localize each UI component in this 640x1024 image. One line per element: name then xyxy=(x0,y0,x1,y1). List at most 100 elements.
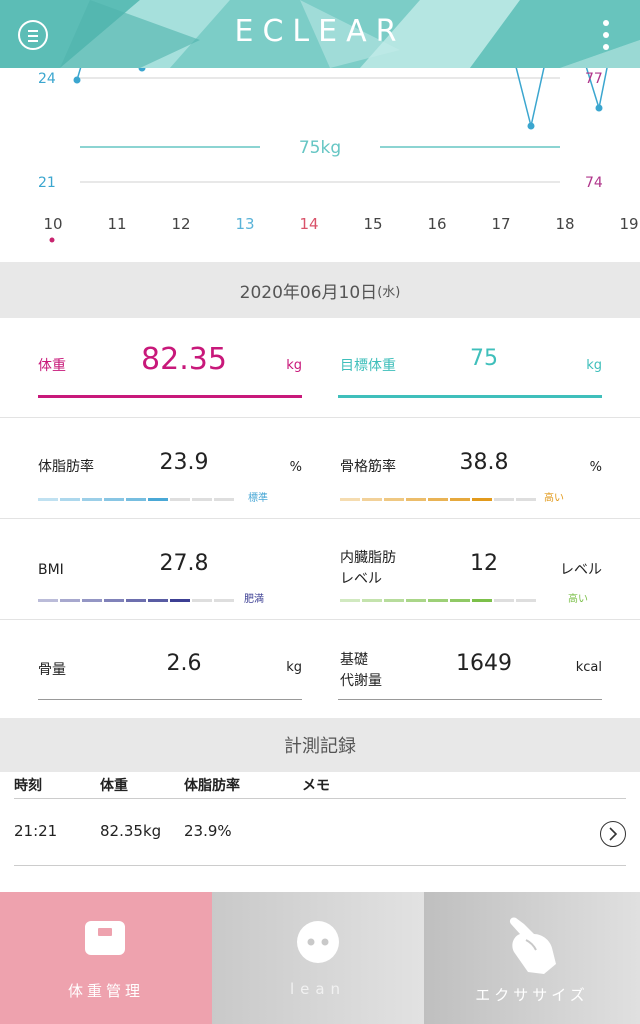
day-label: 13 xyxy=(235,215,254,233)
target-weight-unit: kg xyxy=(586,358,602,373)
level-segment xyxy=(104,498,124,501)
selected-day-dot xyxy=(49,237,55,243)
level-segment xyxy=(450,498,470,501)
bmr-label-1: 基礎 xyxy=(340,652,368,668)
level-segment xyxy=(406,599,426,602)
target-weight-underline xyxy=(338,395,602,398)
records-header-time: 時刻 xyxy=(14,778,42,794)
level-segment xyxy=(362,599,382,602)
level-segment xyxy=(60,498,80,501)
level-segment xyxy=(170,599,190,602)
nav-weight-management[interactable]: 体重管理 xyxy=(0,892,212,1024)
right-axis-bottom: 74 xyxy=(585,175,603,191)
weight-value: 82.35 xyxy=(141,342,227,377)
level-segment xyxy=(170,498,190,501)
bone-mass-label: 骨量 xyxy=(38,662,66,678)
body-fat-cell[interactable]: 体脂肪率 23.9 % 標準 xyxy=(0,418,320,518)
level-segment xyxy=(362,498,382,501)
weight-cell[interactable]: 体重 82.35 kg xyxy=(0,318,320,417)
bmi-label: BMI xyxy=(38,562,64,578)
visceral-fat-label-1: 内臓脂肪 xyxy=(340,550,396,566)
level-segment xyxy=(214,599,234,602)
visceral-fat-cell[interactable]: 内臓脂肪 レベル 12 レベル 高い xyxy=(320,519,640,619)
bmi-level: 肥満 xyxy=(244,594,264,605)
bmi-visceral-row: BMI 27.8 肥満 内臓脂肪 レベル 12 レベル 高い xyxy=(0,519,640,620)
date-text: 2020年06月10日 xyxy=(239,282,378,303)
bottom-navigation: 体重管理 lean エクササイズ xyxy=(0,892,640,1024)
level-segment xyxy=(126,498,146,501)
record-body-fat: 23.9% xyxy=(184,822,232,840)
day-label: 17 xyxy=(491,215,510,233)
nav-label: エクササイズ xyxy=(475,986,589,1004)
record-time: 21:21 xyxy=(14,822,58,840)
more-options-icon[interactable] xyxy=(598,20,614,52)
level-segment xyxy=(38,599,58,602)
target-weight-cell[interactable]: 目標体重 75 kg xyxy=(320,318,640,417)
bone-mass-unit: kg xyxy=(286,660,302,675)
body-fat-level: 標準 xyxy=(248,493,268,504)
skeletal-muscle-level-bar xyxy=(340,498,536,501)
level-segment xyxy=(148,599,168,602)
level-segment xyxy=(38,498,58,501)
app-logo: ECLEAR xyxy=(234,14,406,49)
records-divider xyxy=(14,865,626,866)
day-label: 10 xyxy=(43,215,62,233)
graph-point xyxy=(73,76,81,84)
app-header: ECLEAR xyxy=(0,0,640,68)
level-segment xyxy=(104,599,124,602)
bone-mass-value: 2.6 xyxy=(166,651,202,676)
bmi-value: 27.8 xyxy=(159,551,209,576)
visceral-fat-level: 高い xyxy=(568,594,588,605)
bone-mass-cell[interactable]: 骨量 2.6 kg xyxy=(0,620,320,718)
records-header-body-fat: 体脂肪率 xyxy=(184,778,240,794)
record-weight: 82.35kg xyxy=(100,822,162,840)
visceral-fat-level-bar xyxy=(340,599,536,602)
level-segment xyxy=(82,498,102,501)
weight-label: 体重 xyxy=(38,358,66,374)
yoga-hands-icon xyxy=(509,917,556,974)
target-line-label: 75kg xyxy=(299,138,341,158)
level-segment xyxy=(126,599,146,602)
skeletal-muscle-level: 高い xyxy=(544,493,564,504)
nav-label: 体重管理 xyxy=(67,982,144,1000)
level-segment xyxy=(340,498,360,501)
level-segment xyxy=(192,498,212,501)
bone-bmr-row: 骨量 2.6 kg 基礎 代謝量 1649 kcal xyxy=(0,620,640,718)
level-segment xyxy=(516,599,536,602)
skeletal-muscle-cell[interactable]: 骨格筋率 38.8 % 高い xyxy=(320,418,640,518)
level-segment xyxy=(384,599,404,602)
day-label: 16 xyxy=(427,215,446,233)
day-of-week: (水) xyxy=(377,284,401,300)
weight-row: 体重 82.35 kg 目標体重 75 kg xyxy=(0,318,640,418)
day-label: 15 xyxy=(363,215,382,233)
body-fat-label: 体脂肪率 xyxy=(38,459,94,475)
skeletal-muscle-label: 骨格筋率 xyxy=(340,459,396,475)
nav-exercise[interactable]: エクササイズ xyxy=(424,892,640,1024)
level-segment xyxy=(192,599,212,602)
skeletal-muscle-unit: % xyxy=(589,460,602,475)
graph-point xyxy=(138,68,146,72)
bmr-unit: kcal xyxy=(575,660,602,675)
weight-unit: kg xyxy=(286,358,302,373)
visceral-fat-value: 12 xyxy=(470,551,498,576)
records-header-weight: 体重 xyxy=(100,778,128,794)
lean-face-icon xyxy=(297,921,339,963)
fat-muscle-row: 体脂肪率 23.9 % 標準 骨格筋率 38.8 % 高い xyxy=(0,418,640,519)
record-detail-chevron-icon[interactable] xyxy=(600,821,626,847)
bmr-cell[interactable]: 基礎 代謝量 1649 kcal xyxy=(320,620,640,718)
level-segment xyxy=(214,498,234,501)
nav-label: lean xyxy=(289,980,347,998)
weight-graph[interactable]: 24 21 77 74 75kg 10 11 12 13 14 15 16 17… xyxy=(0,68,640,262)
left-axis-bottom: 21 xyxy=(38,175,56,191)
level-segment xyxy=(340,599,360,602)
nav-lean[interactable]: lean xyxy=(212,892,424,1024)
records-title: 計測記録 xyxy=(0,718,640,772)
bmr-value: 1649 xyxy=(456,651,512,676)
level-segment xyxy=(450,599,470,602)
target-weight-label: 目標体重 xyxy=(340,358,396,374)
scale-icon xyxy=(85,921,125,955)
bmi-cell[interactable]: BMI 27.8 肥満 xyxy=(0,519,320,619)
records-divider xyxy=(14,798,626,799)
visceral-fat-label-2: レベル xyxy=(340,571,382,587)
level-segment xyxy=(472,599,492,602)
